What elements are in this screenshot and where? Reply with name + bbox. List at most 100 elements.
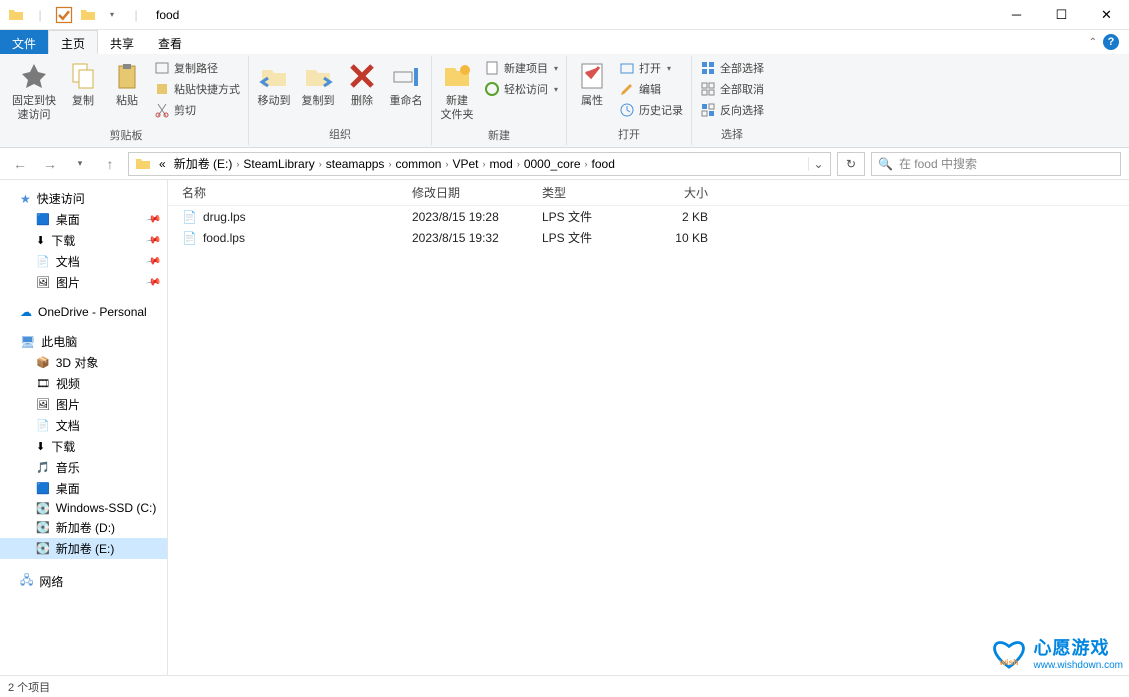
new-folder-button[interactable]: 新建 文件夹 — [436, 58, 478, 125]
back-button[interactable]: ← — [8, 152, 32, 176]
nav-item[interactable]: 🎵音乐 — [0, 457, 167, 478]
file-icon: 📄 — [182, 231, 197, 245]
copy-button[interactable]: 复制 — [62, 58, 104, 110]
nav-tree[interactable]: ★快速访问 🟦桌面📌⬇下载📌📄文档📌🖼图片📌 ☁OneDrive - Perso… — [0, 180, 168, 675]
breadcrumb-root-icon[interactable] — [131, 156, 155, 172]
folder-open-icon[interactable] — [78, 5, 98, 25]
forward-button[interactable]: → — [38, 152, 62, 176]
paste-shortcut-button[interactable]: 粘贴快捷方式 — [150, 79, 244, 99]
nav-item[interactable]: ⬇下载📌 — [0, 230, 167, 251]
breadcrumb-segment[interactable]: VPet — [448, 157, 482, 171]
properties-button[interactable]: 属性 — [571, 58, 613, 110]
ribbon: 固定到快 速访问 复制 粘贴 复制路径 粘贴快捷方式 剪切 剪贴板 移动到 复制… — [0, 54, 1129, 148]
nav-item[interactable]: 🖼图片 — [0, 394, 167, 415]
nav-item-icon: 💽 — [36, 502, 50, 515]
tab-view[interactable]: 查看 — [146, 30, 194, 54]
file-row[interactable]: 📄drug.lps2023/8/15 19:28LPS 文件2 KB — [168, 206, 1129, 227]
up-button[interactable]: ↑ — [98, 152, 122, 176]
nav-onedrive[interactable]: ☁OneDrive - Personal — [0, 303, 167, 321]
move-to-button[interactable]: 移动到 — [253, 58, 295, 110]
nav-item[interactable]: 💽新加卷 (D:) — [0, 517, 167, 538]
paste-button[interactable]: 粘贴 — [106, 58, 148, 110]
title-bar: | ▾ | food ─ ☐ ✕ — [0, 0, 1129, 30]
close-button[interactable]: ✕ — [1084, 0, 1129, 30]
col-size: 大小 — [650, 184, 708, 201]
nav-network[interactable]: 🖧网络 — [0, 569, 167, 594]
select-none-button[interactable]: 全部取消 — [696, 79, 768, 99]
col-date: 修改日期 — [412, 184, 542, 201]
nav-quick-access[interactable]: ★快速访问 — [0, 188, 167, 209]
tab-file[interactable]: 文件 — [0, 30, 48, 54]
breadcrumb-segment[interactable]: 0000_core — [520, 157, 585, 171]
file-row[interactable]: 📄food.lps2023/8/15 19:32LPS 文件10 KB — [168, 227, 1129, 248]
nav-item-icon: 🟦 — [36, 213, 50, 226]
nav-item[interactable]: 📄文档📌 — [0, 251, 167, 272]
new-item-button[interactable]: 新建项目▾ — [480, 58, 562, 78]
file-list[interactable]: 名称 修改日期 类型 大小 📄drug.lps2023/8/15 19:28LP… — [168, 180, 1129, 675]
breadcrumb-prefix[interactable]: « — [155, 157, 170, 171]
qat-checkbox-icon[interactable] — [54, 5, 74, 25]
search-box[interactable]: 🔍 在 food 中搜索 — [871, 152, 1121, 176]
open-button[interactable]: 打开▾ — [615, 58, 687, 78]
nav-item[interactable]: 🟦桌面 — [0, 478, 167, 499]
address-dropdown-icon[interactable]: ⌄ — [808, 157, 828, 171]
collapse-ribbon-icon[interactable]: ⌃ — [1089, 37, 1097, 48]
nav-this-pc[interactable]: 🖥此电脑 — [0, 331, 167, 352]
nav-item-icon: 💽 — [36, 521, 50, 534]
folder-icon — [6, 5, 26, 25]
copy-path-button[interactable]: 复制路径 — [150, 58, 244, 78]
breadcrumb-segment[interactable]: mod — [485, 157, 516, 171]
copy-to-button[interactable]: 复制到 — [297, 58, 339, 110]
help-icon[interactable]: ? — [1103, 34, 1119, 50]
cut-button[interactable]: 剪切 — [150, 100, 244, 120]
tab-home[interactable]: 主页 — [48, 30, 98, 54]
nav-item[interactable]: 🟦桌面📌 — [0, 209, 167, 230]
breadcrumb-segment[interactable]: SteamLibrary — [239, 157, 318, 171]
delete-button[interactable]: 删除 — [341, 58, 383, 110]
nav-item-icon: 🎵 — [36, 461, 50, 474]
easy-access-button[interactable]: 轻松访问▾ — [480, 79, 562, 99]
ribbon-tabs: 文件 主页 共享 查看 ⌃ ? — [0, 30, 1129, 54]
address-bar[interactable]: « 新加卷 (E:)›SteamLibrary›steamapps›common… — [128, 152, 831, 176]
qat-separator: | — [126, 5, 146, 25]
breadcrumb-segment[interactable]: food — [588, 157, 619, 171]
group-label-new: 新建 — [436, 125, 562, 146]
nav-item-icon: 🎞 — [36, 377, 50, 390]
edit-button[interactable]: 编辑 — [615, 79, 687, 99]
group-label-open: 打开 — [571, 124, 687, 145]
minimize-button[interactable]: ─ — [994, 0, 1039, 30]
network-icon: 🖧 — [20, 571, 33, 592]
rename-button[interactable]: 重命名 — [385, 58, 427, 110]
nav-item[interactable]: 🎞视频 — [0, 373, 167, 394]
nav-item-icon: ⬇ — [36, 440, 45, 453]
breadcrumb-segment[interactable]: steamapps — [322, 157, 389, 171]
breadcrumb-segment[interactable]: common — [391, 157, 445, 171]
col-type: 类型 — [542, 184, 650, 201]
pin-quickaccess-button[interactable]: 固定到快 速访问 — [8, 58, 60, 125]
pin-icon: 📌 — [145, 253, 162, 269]
select-all-button[interactable]: 全部选择 — [696, 58, 768, 78]
history-button[interactable]: 历史记录 — [615, 100, 687, 120]
status-text: 2 个项目 — [8, 679, 50, 695]
recent-dropdown[interactable]: ▾ — [68, 152, 92, 176]
group-label-organize: 组织 — [253, 124, 427, 145]
star-icon: ★ — [20, 192, 31, 206]
cloud-icon: ☁ — [20, 305, 32, 319]
file-icon: 📄 — [182, 210, 197, 224]
invert-select-button[interactable]: 反向选择 — [696, 100, 768, 120]
nav-item-icon: 🖼 — [36, 398, 50, 411]
breadcrumb-segment[interactable]: 新加卷 (E:) — [170, 155, 237, 172]
nav-item[interactable]: 💽Windows-SSD (C:) — [0, 499, 167, 517]
nav-item[interactable]: 📦3D 对象 — [0, 352, 167, 373]
nav-item[interactable]: 🖼图片📌 — [0, 272, 167, 293]
tab-share[interactable]: 共享 — [98, 30, 146, 54]
nav-item[interactable]: ⬇下载 — [0, 436, 167, 457]
qat-dropdown-icon[interactable]: ▾ — [102, 5, 122, 25]
column-headers[interactable]: 名称 修改日期 类型 大小 — [168, 180, 1129, 206]
refresh-button[interactable]: ↻ — [837, 152, 865, 176]
nav-item-icon: 🟦 — [36, 482, 50, 495]
pin-icon: 📌 — [145, 211, 162, 227]
maximize-button[interactable]: ☐ — [1039, 0, 1084, 30]
nav-item[interactable]: 💽新加卷 (E:) — [0, 538, 167, 559]
nav-item[interactable]: 📄文档 — [0, 415, 167, 436]
